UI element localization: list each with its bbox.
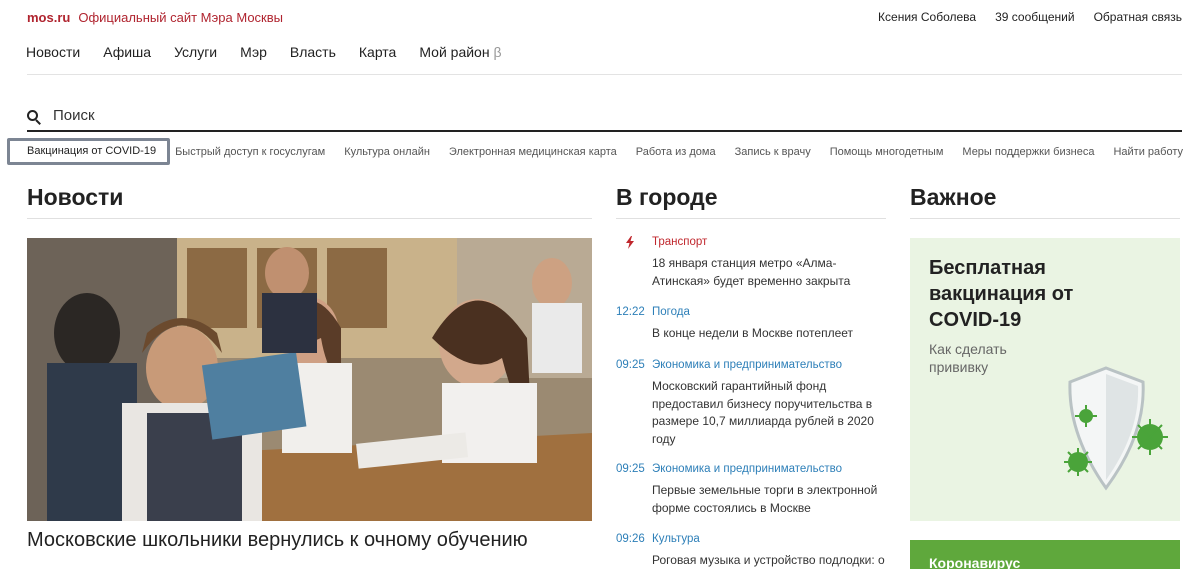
quick-link-doctor-appointment[interactable]: Запись к врачу [735,146,811,158]
user-name-link[interactable]: Ксения Соболева [878,10,976,24]
news-lead-image[interactable] [27,238,592,521]
shield-virus-icon [1064,366,1168,491]
feed-time: 12:22 [616,306,645,318]
quick-link-gosuslugi[interactable]: Быстрый доступ к госуслугам [175,146,325,158]
nav-government[interactable]: Власть [290,44,336,60]
important-heading[interactable]: Важное [910,184,996,211]
quick-link-medical-card[interactable]: Электронная медицинская карта [449,146,617,158]
vaccination-card-title: Бесплатная вакцинация от COVID-19 [929,257,1074,331]
city-heading[interactable]: В городе [616,184,718,211]
main-nav: Новости Афиша Услуги Мэр Власть Карта Мо… [26,44,525,60]
feed-time: 09:25 [616,463,645,475]
search-bar [27,106,1182,132]
nav-afisha[interactable]: Афиша [103,44,151,60]
feed-time: 09:25 [616,359,645,371]
feed-category[interactable]: Экономика и предпринимательство [652,359,842,371]
nav-services[interactable]: Услуги [174,44,217,60]
beta-badge: β [493,44,502,60]
nav-mayor[interactable]: Мэр [240,44,267,60]
news-lead-title[interactable]: Московские школьники вернулись к очному … [27,529,528,552]
feed-text[interactable]: Роговая музыка и устройство подлодки: о [652,552,888,569]
quick-link-find-job[interactable]: Найти работу [1113,146,1183,158]
quick-link-vaccination[interactable]: Вакцинация от COVID-19 [7,138,171,165]
site-title[interactable]: Официальный сайт Мэра Москвы [78,10,283,25]
quick-link-remote-work[interactable]: Работа из дома [636,146,716,158]
feed-time: 09:26 [616,533,645,545]
lightning-icon [626,236,634,249]
nav-my-district[interactable]: Мой район β [419,44,501,60]
feedback-link[interactable]: Обратная связь [1094,10,1182,24]
site-logo[interactable]: mos.ru [27,10,70,25]
news-heading[interactable]: Новости [27,184,123,211]
coronavirus-card[interactable]: Коронавирус [910,540,1180,569]
feed-text[interactable]: Московский гарантийный фонд предоставил … [652,378,888,448]
feed-text[interactable]: 18 января станция метро «Алма-Атинская» … [652,255,888,290]
quick-link-culture-online[interactable]: Культура онлайн [344,146,430,158]
quick-link-business-support[interactable]: Меры поддержки бизнеса [962,146,1094,158]
search-input[interactable] [53,106,653,124]
nav-my-district-label: Мой район [419,44,490,60]
important-divider [910,218,1180,219]
vaccination-card[interactable]: Бесплатная вакцинация от COVID-19 Как сд… [910,238,1180,521]
nav-divider [27,74,1182,75]
feed-category[interactable]: Культура [652,533,700,545]
coronavirus-card-title: Коронавирус [929,555,1021,569]
feed-category[interactable]: Погода [652,306,690,318]
messages-link[interactable]: 39 сообщений [995,10,1074,24]
quick-link-large-families[interactable]: Помощь многодетным [830,146,944,158]
classroom-photo [27,238,592,521]
user-menu: Ксения Соболева 39 сообщений Обратная св… [878,10,1182,24]
news-divider [27,218,592,219]
search-icon[interactable] [27,110,41,125]
city-divider [616,218,886,219]
vaccination-card-subtitle: Как сделать прививку [929,341,1007,375]
feed-category[interactable]: Экономика и предпринимательство [652,463,842,475]
feed-category[interactable]: Транспорт [652,236,707,248]
nav-news[interactable]: Новости [26,44,80,60]
feed-text[interactable]: В конце недели в Москве потеплеет [652,325,888,343]
nav-map[interactable]: Карта [359,44,396,60]
feed-text[interactable]: Первые земельные торги в электронной фор… [652,482,888,517]
top-bar: mos.ru Официальный сайт Мэра Москвы Ксен… [27,8,1182,26]
quick-links: Вакцинация от COVID-19 Быстрый доступ к … [7,138,1200,165]
